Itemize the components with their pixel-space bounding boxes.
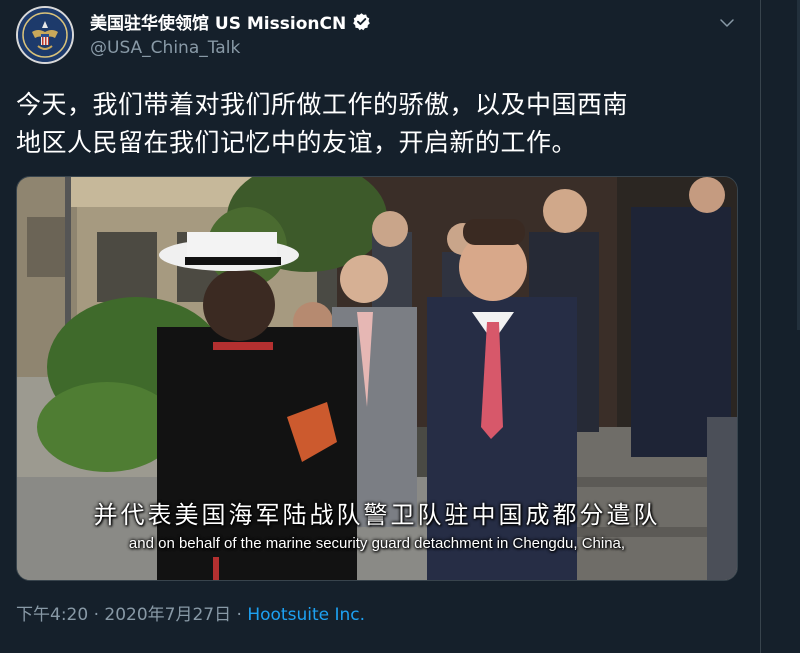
- video-subtitle-chinese: 并代表美国海军陆战队警卫队驻中国成都分遣队: [93, 501, 661, 529]
- meta-separator: ·: [88, 605, 105, 625]
- tweet-metadata: 下午4:20 · 2020年7月27日 · Hootsuite Inc.: [16, 600, 365, 625]
- video-player[interactable]: 并代表美国海军陆战队警卫队驻中国成都分遣队 and on behalf of t…: [16, 176, 738, 581]
- right-rail: [760, 0, 800, 653]
- display-name-row: 美国驻华使领馆 US MissionCN: [90, 8, 371, 34]
- account-names: 美国驻华使领馆 US MissionCN @USA_China_Talk: [90, 8, 371, 58]
- video-subtitle-english: and on behalf of the marine security gua…: [128, 535, 626, 552]
- account-handle[interactable]: @USA_China_Talk: [90, 38, 371, 58]
- tweet-source-link[interactable]: Hootsuite Inc.: [247, 605, 365, 625]
- tweet-time[interactable]: 下午4:20: [16, 605, 88, 625]
- chevron-down-icon[interactable]: [718, 14, 736, 32]
- tweet-text: 今天，我们带着对我们所做工作的骄傲，以及中国西南 地区人民留在我们记忆中的友谊，…: [16, 86, 746, 162]
- tweet-header: 美国驻华使领馆 US MissionCN @USA_China_Talk: [16, 6, 744, 66]
- tweet-card: 美国驻华使领馆 US MissionCN @USA_China_Talk 今天，…: [0, 0, 760, 653]
- tweet-text-line: 地区人民留在我们记忆中的友谊，开启新的工作。: [16, 128, 578, 157]
- verified-badge-icon: [353, 12, 370, 30]
- display-name[interactable]: 美国驻华使领馆 US MissionCN: [90, 9, 346, 34]
- us-seal-avatar-icon: [18, 8, 72, 62]
- meta-separator: ·: [231, 605, 248, 625]
- tweet-date[interactable]: 2020年7月27日: [104, 605, 231, 625]
- avatar[interactable]: [16, 6, 74, 64]
- tweet-text-line: 今天，我们带着对我们所做工作的骄傲，以及中国西南: [16, 90, 629, 119]
